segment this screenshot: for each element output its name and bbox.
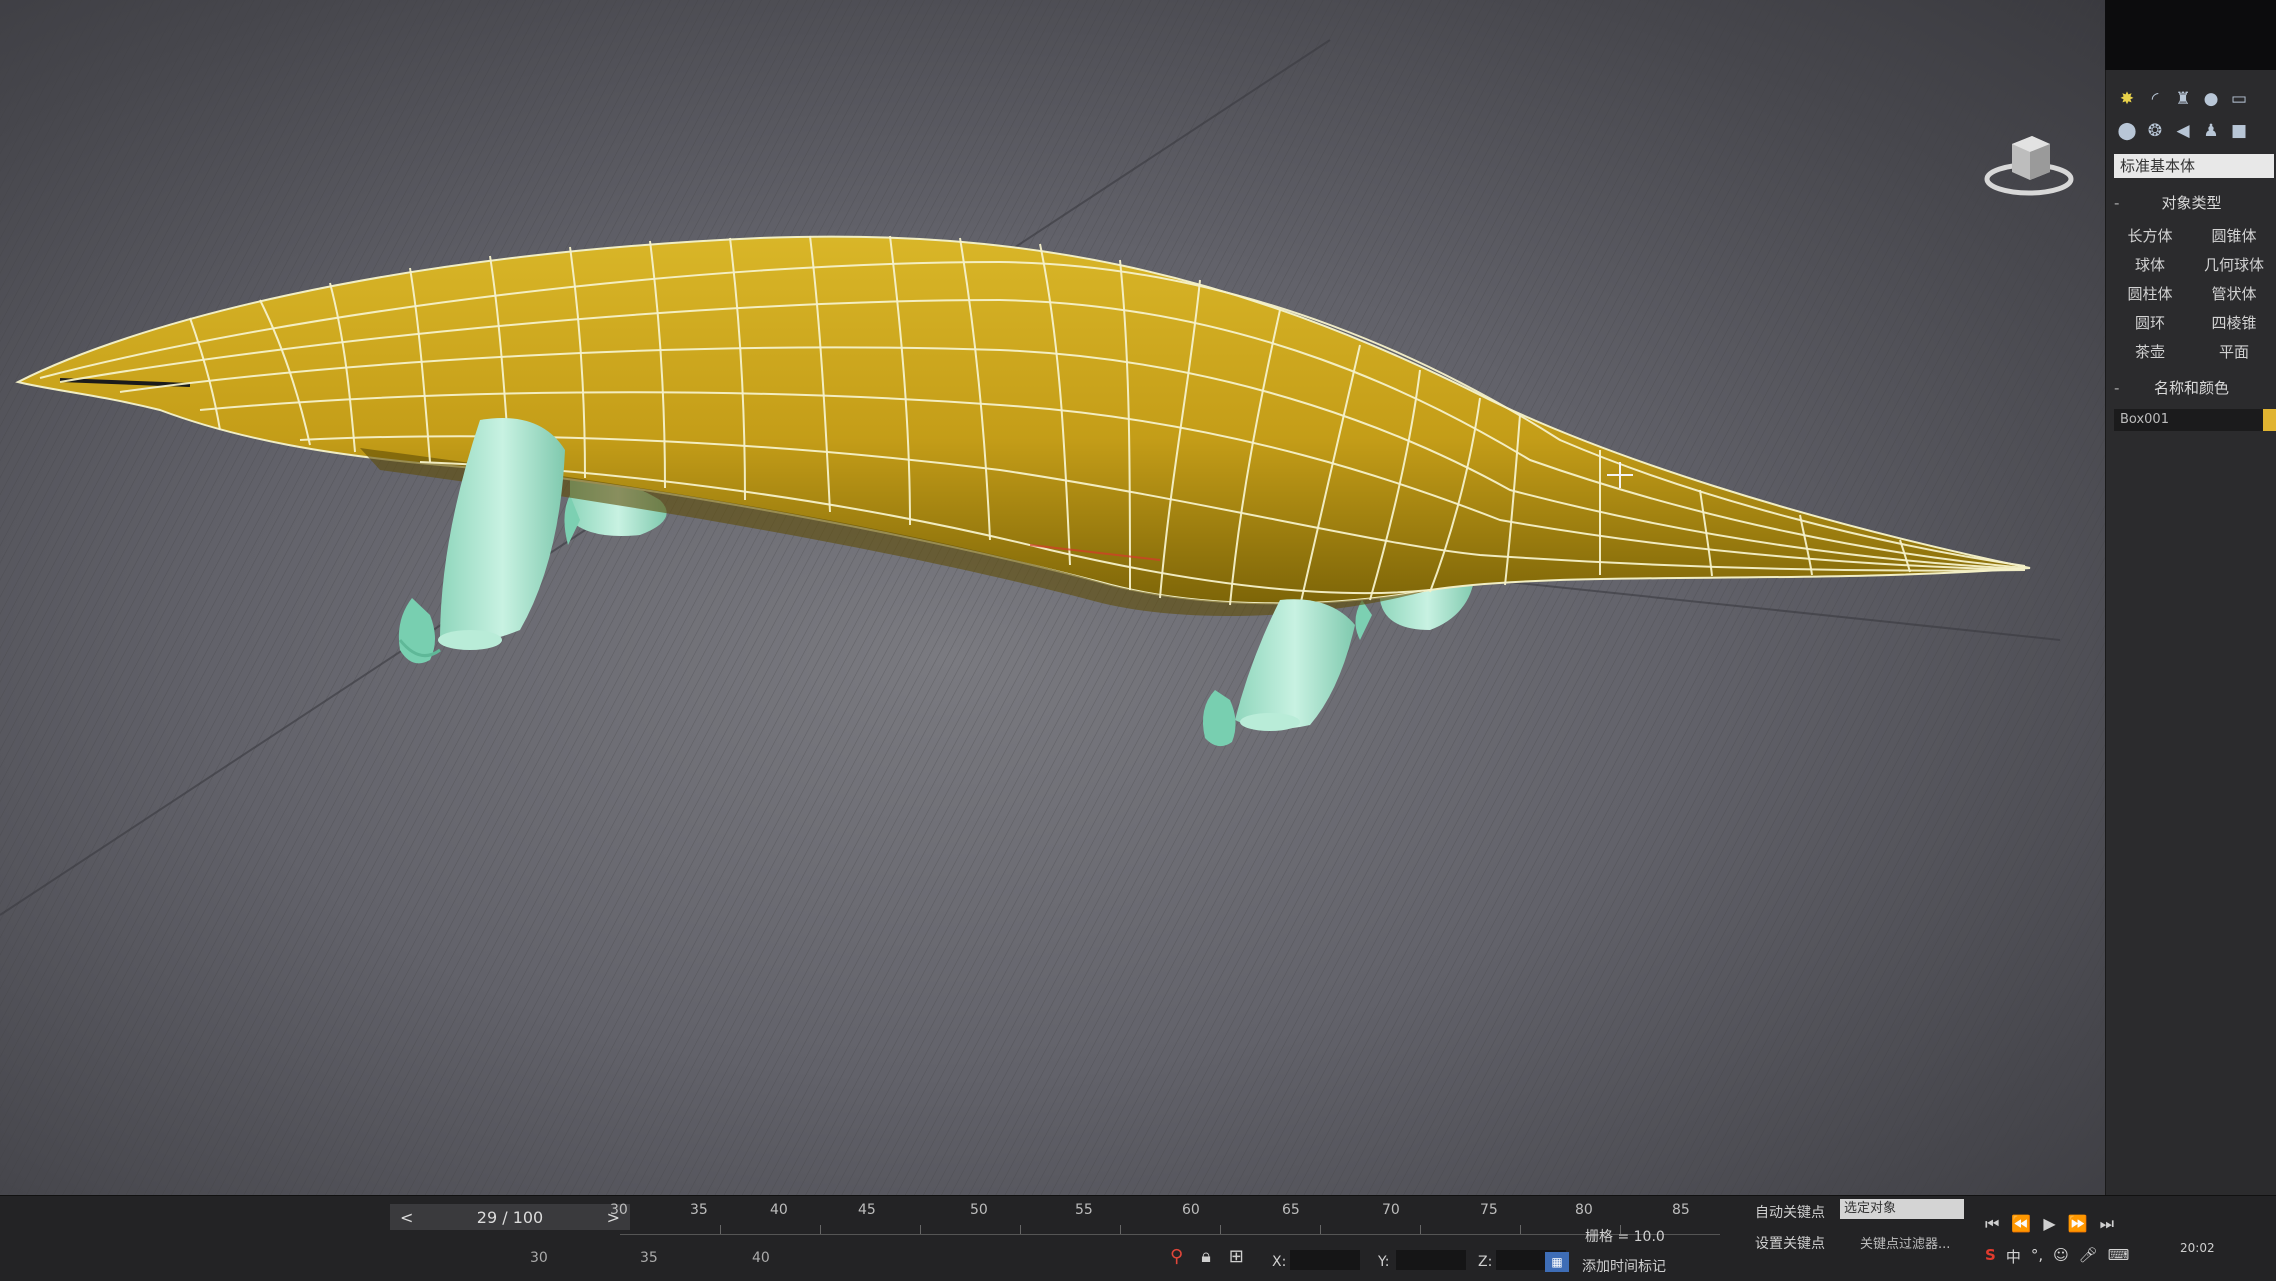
play-icon[interactable]: ▶ xyxy=(2043,1214,2055,1234)
tube-button[interactable]: 管状体 xyxy=(2194,284,2274,305)
tick-label: 85 xyxy=(1672,1202,1690,1218)
tick-mark xyxy=(820,1225,821,1234)
name-row: Box001 xyxy=(2114,409,2276,431)
viewcube[interactable] xyxy=(1984,124,2074,204)
cone-button[interactable]: 圆锥体 xyxy=(2194,226,2274,247)
auto-key-button[interactable]: 自动关键点 xyxy=(1755,1202,1825,1222)
geometry-icon[interactable]: ⬤ xyxy=(2116,120,2138,142)
grid-size-label: 栅格 = 10.0 xyxy=(1585,1229,1665,1245)
tick-label: 35 xyxy=(640,1250,658,1266)
add-time-tag-button[interactable]: 添加时间标记 xyxy=(1582,1256,1666,1276)
sphere-button[interactable]: 球体 xyxy=(2106,255,2194,276)
geosphere-button[interactable]: 几何球体 xyxy=(2194,255,2274,276)
y-label: Y: xyxy=(1378,1254,1390,1270)
emoji-icon[interactable]: ☺ xyxy=(2053,1246,2069,1267)
tick-mark xyxy=(1320,1225,1321,1234)
object-type-title: 对象类型 xyxy=(2161,194,2222,212)
cameras-icon[interactable]: ♟ xyxy=(2200,120,2222,142)
next-key-icon[interactable]: ⏩ xyxy=(2068,1214,2088,1234)
tick-label: 65 xyxy=(1282,1202,1300,1218)
modify-tab-icon[interactable]: ◜ xyxy=(2144,88,2166,110)
perspective-viewport[interactable] xyxy=(0,0,2105,1195)
lock-icon[interactable]: 🔒︎ xyxy=(1201,1246,1211,1267)
collapse-icon: - xyxy=(2114,194,2120,212)
display-tab-icon[interactable]: ▭ xyxy=(2228,88,2250,110)
collapse-icon: - xyxy=(2114,379,2120,397)
create-tab-icon[interactable]: ✸ xyxy=(2116,88,2138,110)
microphone-icon[interactable]: 🎤︎ xyxy=(2079,1246,2098,1267)
tick-label: 80 xyxy=(1575,1202,1593,1218)
z-label: Z: xyxy=(1478,1254,1493,1270)
tick-label: 55 xyxy=(1075,1202,1093,1218)
tick-mark xyxy=(1420,1225,1421,1234)
screen: ✸ ◜ ♜ ● ▭ ⬤ ❂ ◀ ♟ ■ 标准基本体 - 对象类型 长方体 圆锥体… xyxy=(0,0,2276,1281)
tick-label: 40 xyxy=(752,1250,770,1266)
timeline-track[interactable]: 30 35 40 45 50 55 60 65 70 75 80 85 xyxy=(610,1198,1720,1235)
command-panel-tabs: ✸ ◜ ♜ ● ▭ xyxy=(2106,70,2276,110)
tick-mark xyxy=(1020,1225,1021,1234)
system-clock: 20:02 xyxy=(2180,1241,2215,1255)
time-slider[interactable]: < 29 / 100 > xyxy=(390,1204,630,1230)
cylinder-button[interactable]: 圆柱体 xyxy=(2106,284,2194,305)
command-panel: ✸ ◜ ♜ ● ▭ ⬤ ❂ ◀ ♟ ■ 标准基本体 - 对象类型 长方体 圆锥体… xyxy=(2105,70,2276,1195)
pin-icon[interactable]: ⚲ xyxy=(1170,1246,1183,1267)
keyboard-icon[interactable]: ⌨ xyxy=(2108,1246,2130,1267)
tick-label: 35 xyxy=(690,1202,708,1218)
tick-label: 30 xyxy=(530,1250,548,1266)
ime-language[interactable]: 中 xyxy=(2006,1246,2021,1267)
frame-counter: 29 / 100 xyxy=(476,1207,544,1227)
tick-mark xyxy=(920,1225,921,1234)
shapes-icon[interactable]: ❂ xyxy=(2144,120,2166,142)
bottom-bar: < 29 / 100 > 30 35 40 45 50 55 60 65 70 … xyxy=(0,1195,2276,1281)
create-subcategory-tabs: ⬤ ❂ ◀ ♟ ■ xyxy=(2106,110,2276,142)
time-tag-icon[interactable]: ▦ xyxy=(1545,1252,1569,1272)
prev-frame-button[interactable]: < xyxy=(400,1208,413,1227)
tick-label: 40 xyxy=(770,1202,788,1218)
go-to-end-icon[interactable]: ⏭ xyxy=(2100,1214,2114,1234)
motion-tab-icon[interactable]: ● xyxy=(2200,88,2222,110)
y-coordinate-field[interactable] xyxy=(1396,1250,1466,1270)
tick-label: 50 xyxy=(970,1202,988,1218)
plane-button[interactable]: 平面 xyxy=(2194,342,2274,363)
key-selection-dropdown[interactable]: 选定对象 xyxy=(1840,1199,1964,1219)
absolute-mode-icon[interactable]: ⊞ xyxy=(1229,1246,1244,1267)
helpers-icon[interactable]: ■ xyxy=(2228,120,2250,142)
set-key-button[interactable]: 设置关键点 xyxy=(1755,1233,1825,1253)
object-type-rollout-header[interactable]: - 对象类型 xyxy=(2112,192,2271,214)
hierarchy-tab-icon[interactable]: ♜ xyxy=(2172,88,2194,110)
teapot-button[interactable]: 茶壶 xyxy=(2106,342,2194,363)
punctuation-icon[interactable]: °, xyxy=(2031,1246,2043,1267)
tick-label: 30 xyxy=(610,1202,628,1218)
pyramid-button[interactable]: 四棱锥 xyxy=(2194,313,2274,334)
object-color-swatch[interactable] xyxy=(2263,409,2276,431)
name-color-title: 名称和颜色 xyxy=(2153,379,2229,397)
tick-label: 60 xyxy=(1182,1202,1200,1218)
tick-mark xyxy=(1220,1225,1221,1234)
tick-mark xyxy=(1520,1225,1521,1234)
box-button[interactable]: 长方体 xyxy=(2106,226,2194,247)
lights-icon[interactable]: ◀ xyxy=(2172,120,2194,142)
primitive-type-dropdown[interactable]: 标准基本体 xyxy=(2114,154,2274,178)
playback-controls: ⏮ ⏪ ▶ ⏩ ⏭ xyxy=(1985,1214,2114,1234)
previous-key-icon[interactable]: ⏪ xyxy=(2011,1214,2031,1234)
x-coordinate-field[interactable] xyxy=(1290,1250,1360,1270)
tick-label: 45 xyxy=(858,1202,876,1218)
go-to-start-icon[interactable]: ⏮ xyxy=(1985,1214,1999,1234)
tick-mark xyxy=(720,1225,721,1234)
key-filters-button[interactable]: 关键点过滤器... xyxy=(1860,1233,1950,1252)
x-label: X: xyxy=(1272,1254,1287,1270)
name-color-rollout-header[interactable]: - 名称和颜色 xyxy=(2112,377,2271,399)
tick-mark xyxy=(1120,1225,1121,1234)
ime-logo-icon[interactable]: S xyxy=(1985,1246,1996,1267)
tick-label: 75 xyxy=(1480,1202,1498,1218)
scene-canvas xyxy=(0,0,2105,1195)
object-name-field[interactable]: Box001 xyxy=(2114,409,2264,431)
torus-button[interactable]: 圆环 xyxy=(2106,313,2194,334)
object-type-buttons: 长方体 圆锥体 球体 几何球体 圆柱体 管状体 圆环 四棱锥 茶壶 平面 xyxy=(2106,226,2276,363)
status-icons: ⚲ 🔒︎ ⊞ xyxy=(1170,1246,1244,1267)
tick-label: 70 xyxy=(1382,1202,1400,1218)
system-tray: S 中 °, ☺ 🎤︎ ⌨ xyxy=(1985,1246,2129,1267)
home-grid xyxy=(0,0,2105,1195)
